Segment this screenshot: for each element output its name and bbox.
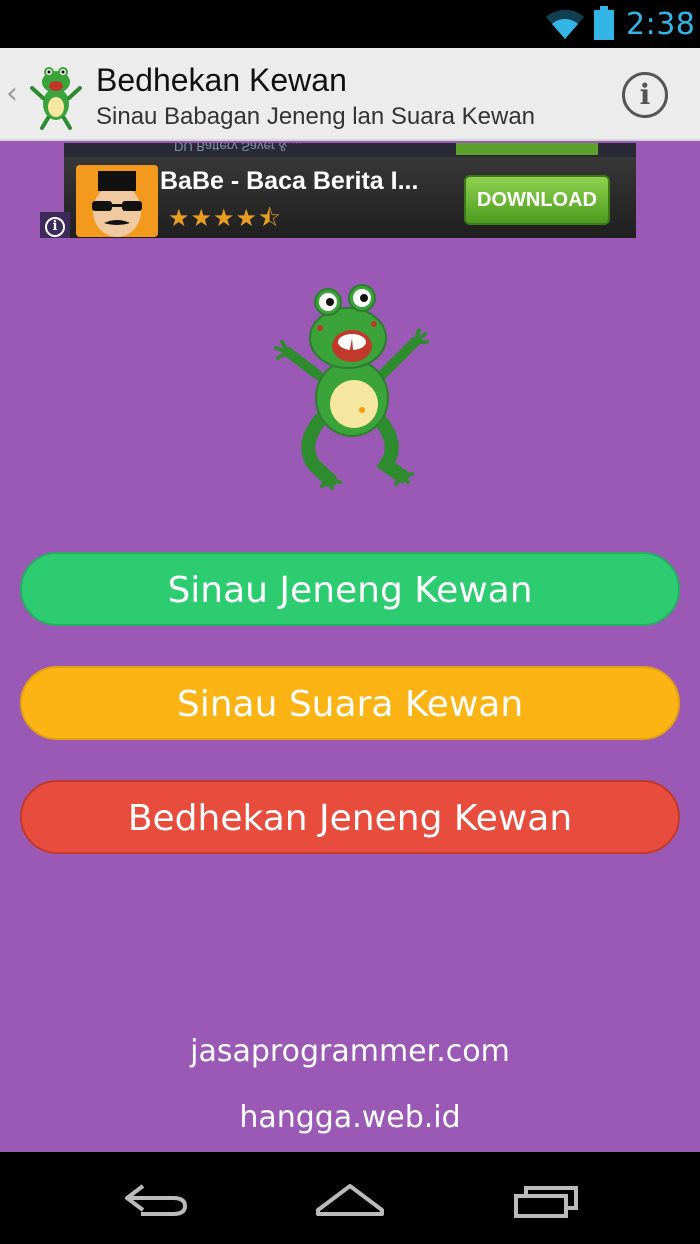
- ad-banner[interactable]: DU Battery Saver & ... BaBe - Baca Berit…: [64, 143, 636, 238]
- app-subtitle: Sinau Babagan Jeneng lan Suara Kewan: [96, 103, 536, 130]
- learn-animal-names-button[interactable]: Sinau Jeneng Kewan: [20, 552, 680, 626]
- ad-download-button[interactable]: DOWNLOAD: [464, 175, 610, 225]
- guess-animal-names-button[interactable]: Bedhekan Jeneng Kewan: [20, 780, 680, 854]
- learn-animal-sounds-button[interactable]: Sinau Suara Kewan: [20, 666, 680, 740]
- ad-top-strip: DU Battery Saver & ...: [64, 143, 636, 157]
- ad-app-icon[interactable]: [76, 165, 158, 237]
- ad-rating-stars: ★★★★⯪: [168, 204, 282, 232]
- ad-title: BaBe - Baca Berita I...: [160, 167, 419, 195]
- ad-info-icon[interactable]: i: [40, 212, 70, 238]
- ad-strip-button: [456, 143, 598, 155]
- back-icon[interactable]: [115, 1174, 195, 1224]
- app-title: Bedhekan Kewan: [96, 62, 347, 98]
- footer-link-jasaprogrammer[interactable]: jasaprogrammer.com: [0, 1034, 700, 1069]
- footer-link-hangga[interactable]: hangga.web.id: [0, 1100, 700, 1135]
- ad-strip-text: DU Battery Saver & ...: [174, 143, 302, 154]
- recent-apps-icon[interactable]: [508, 1174, 588, 1224]
- action-bar: ‹ Bedhekan Kewan Sinau Babagan Jeneng la…: [0, 48, 700, 141]
- app-icon[interactable]: [28, 60, 84, 130]
- navigation-bar: [0, 1152, 700, 1244]
- up-navigation-icon[interactable]: ‹: [6, 76, 18, 111]
- status-bar: 2:38: [0, 0, 700, 48]
- wifi-icon: [546, 9, 584, 39]
- frog-illustration: [274, 284, 429, 490]
- battery-icon: [594, 6, 614, 40]
- clock: 2:38: [626, 7, 696, 42]
- home-icon[interactable]: [310, 1174, 390, 1224]
- info-button[interactable]: i: [622, 72, 668, 118]
